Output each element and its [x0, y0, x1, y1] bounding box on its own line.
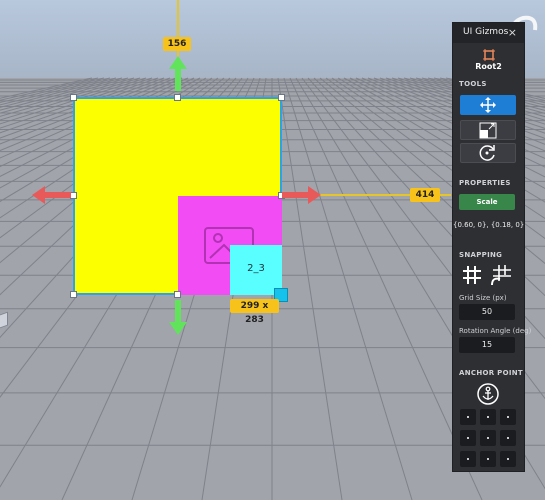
frame-icon: [483, 49, 495, 61]
rotate-icon: [479, 145, 495, 161]
rotate-tool-button[interactable]: [460, 143, 516, 163]
anchor-icon[interactable]: [477, 383, 499, 405]
anchor-cell-0-0[interactable]: [460, 409, 476, 425]
property-value: {0.60, 0}, {0.18, 0}: [453, 221, 525, 229]
move-tool-button[interactable]: [460, 95, 516, 115]
properties-heading: PROPERTIES: [459, 179, 511, 187]
anchor-cell-0-2[interactable]: [500, 409, 516, 425]
anchor-point-heading: ANCHOR POINT: [459, 369, 523, 377]
ui-gizmos-panel: UI Gizmos × Root2 TOOLS PROPERTIES Scale…: [452, 22, 531, 472]
anchor-cell-2-0[interactable]: [460, 451, 476, 467]
resize-icon: [479, 122, 497, 139]
anchor-cell-1-2[interactable]: [500, 430, 516, 446]
panel-title: UI Gizmos: [463, 27, 509, 37]
handle-bottom-left[interactable]: [70, 291, 77, 298]
tools-heading: TOOLS: [459, 80, 487, 88]
grid-size-input[interactable]: 50: [459, 304, 515, 320]
size-label: 299 x 283: [230, 299, 279, 325]
move-right-arrow-icon[interactable]: [282, 185, 322, 205]
snapping-heading: SNAPPING: [459, 251, 503, 259]
move-icon: [480, 97, 496, 113]
handle-top-right[interactable]: [278, 94, 285, 101]
scale-mode-button[interactable]: Scale: [459, 194, 515, 210]
anchor-point-grid: [453, 409, 526, 469]
selected-object-name: Root2: [475, 62, 502, 71]
anchor-cell-0-1[interactable]: [480, 409, 496, 425]
handle-top[interactable]: [174, 94, 181, 101]
top-distance-label: 156: [163, 37, 191, 51]
close-button[interactable]: ×: [508, 26, 517, 39]
curve-snap-icon[interactable]: [490, 264, 512, 286]
anchor-cell-1-1[interactable]: [480, 430, 496, 446]
frame-name-label: 2_3: [247, 263, 265, 274]
grid-snap-icon[interactable]: [462, 265, 482, 285]
move-left-arrow-icon[interactable]: [32, 185, 72, 205]
rotation-angle-input[interactable]: 15: [459, 337, 515, 353]
handle-top-left[interactable]: [70, 94, 77, 101]
move-up-arrow-icon[interactable]: [168, 56, 188, 92]
panel-titlebar[interactable]: UI Gizmos ×: [453, 23, 524, 43]
resize-tool-button[interactable]: [460, 120, 516, 140]
rotation-angle-label: Rotation Angle (deg): [459, 327, 532, 335]
anchor-cell-1-0[interactable]: [460, 430, 476, 446]
anchor-cell-2-2[interactable]: [500, 451, 516, 467]
viewport[interactable]: 156 414 2_3 299 x 283 UI Gizmos × Root2 …: [0, 0, 545, 500]
move-down-arrow-icon[interactable]: [168, 300, 188, 336]
anchor-cell-2-1[interactable]: [480, 451, 496, 467]
handle-bottom[interactable]: [174, 291, 181, 298]
grid-size-label: Grid Size (px): [459, 294, 507, 302]
right-distance-label: 414: [410, 188, 440, 202]
